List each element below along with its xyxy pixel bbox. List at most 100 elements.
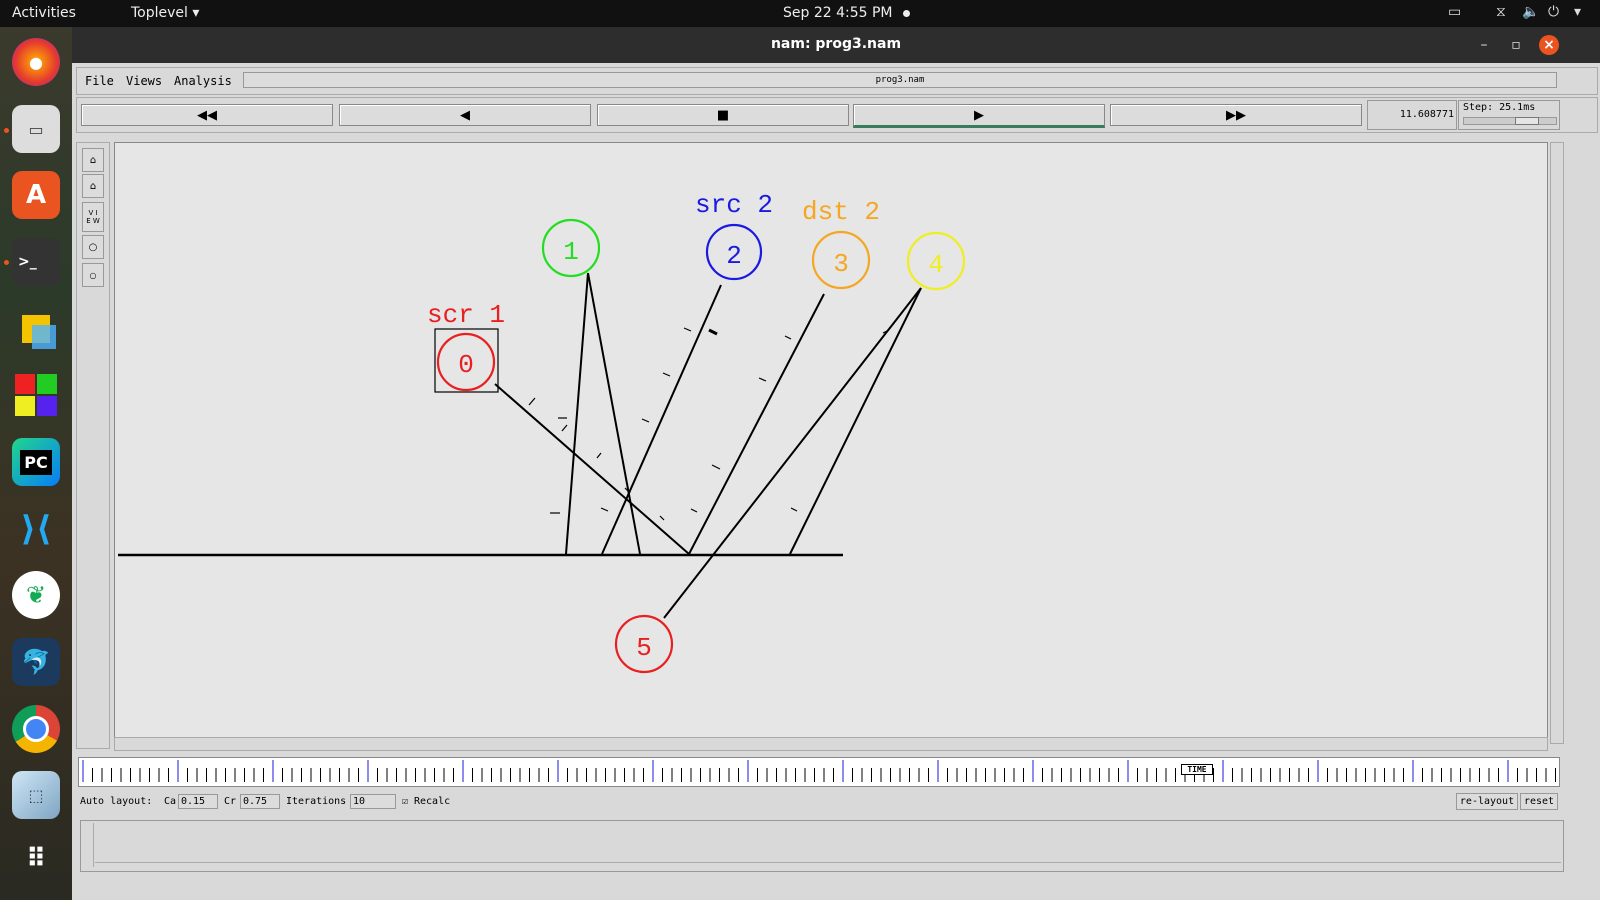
mysql-workbench-icon[interactable]: 🐬	[12, 638, 60, 686]
step-label: Step: 25.1ms	[1463, 102, 1536, 113]
annotation-panel[interactable]	[80, 820, 1564, 872]
zoom-in-icon[interactable]: ⌂	[82, 148, 104, 172]
panel-horizontal-scrollbar[interactable]	[95, 862, 1561, 871]
recalc-label: Recalc	[414, 796, 451, 807]
link-3-bus	[688, 293, 825, 555]
virtual-box-icon[interactable]: ⬚	[12, 771, 60, 819]
canvas-vertical-scrollbar[interactable]	[1550, 142, 1564, 744]
step-control: Step: 25.1ms	[1458, 100, 1560, 130]
reset-button[interactable]: reset	[1520, 793, 1558, 810]
view-button[interactable]: V IE W	[82, 202, 104, 232]
pycharm-icon[interactable]: PC	[12, 438, 60, 486]
small-circle-icon[interactable]: ○	[82, 263, 104, 287]
menubar: File Views Analysis prog3.nam	[76, 67, 1598, 95]
timeline-ticks	[82, 760, 1556, 782]
node-3-id: 3	[833, 249, 849, 279]
running-indicator	[4, 260, 9, 265]
fast-forward-button[interactable]: ▶▶	[1110, 104, 1362, 126]
ca-label: Ca	[164, 796, 177, 807]
recalc-checkbox[interactable]: ☑	[402, 796, 408, 807]
zoom-out-icon[interactable]: ⌂	[82, 174, 104, 198]
step-slider[interactable]	[1463, 117, 1557, 125]
notification-dot	[903, 10, 910, 17]
node-1-id: 1	[563, 237, 579, 267]
cr-input[interactable]: 0.75	[240, 794, 280, 809]
vscode-icon[interactable]: ⟩⟨	[12, 505, 60, 553]
packet	[561, 424, 568, 432]
node-4-id: 4	[928, 250, 944, 280]
node-circle-icon[interactable]: ○	[82, 235, 104, 259]
timeline-slider[interactable]: TIME	[78, 757, 1560, 787]
auto-layout-bar: Auto layout: Ca 0.15 Cr 0.75 Iterations …	[78, 793, 1562, 813]
minimize-button[interactable]: –	[1474, 35, 1494, 55]
canvas-horizontal-scrollbar[interactable]	[114, 737, 1548, 751]
topology-svg: 0 scr 1 1 2 src 2 3 dst 2 4 5	[118, 190, 966, 674]
node-2-id: 2	[726, 241, 742, 271]
packet	[758, 377, 767, 382]
packet	[784, 335, 792, 340]
node-2-label: src 2	[695, 190, 773, 220]
terminal-icon[interactable]: >_	[12, 238, 60, 286]
packet	[790, 507, 798, 512]
fast-rewind-button[interactable]: ◀◀	[81, 104, 333, 126]
menu-file[interactable]: File	[85, 74, 114, 88]
app-menu-toplevel[interactable]: Toplevel ▾	[131, 5, 199, 21]
packet	[659, 515, 665, 521]
sticky-notes-icon[interactable]	[12, 305, 60, 353]
time-marker[interactable]: TIME	[1181, 764, 1213, 775]
packet	[711, 464, 721, 470]
time-readout: 11.608771	[1367, 100, 1457, 130]
mongodb-compass-icon[interactable]: ❦	[12, 571, 60, 619]
system-top-bar: Activities Toplevel ▾ Sep 22 4:55 PM ▭ ⧖…	[0, 0, 1600, 27]
menu-analysis[interactable]: Analysis	[174, 74, 232, 88]
packets	[528, 327, 890, 521]
fast-rewind-icon: ◀◀	[197, 107, 217, 123]
link-4-5	[663, 287, 922, 619]
node-3-label: dst 2	[802, 197, 880, 227]
auto-layout-label: Auto layout:	[80, 796, 153, 807]
files-icon[interactable]: ▭	[12, 105, 60, 153]
node-5-id: 5	[636, 633, 652, 663]
windows-app-icon[interactable]	[12, 371, 60, 419]
play-button[interactable]: ▶	[853, 104, 1105, 128]
panel-vertical-scrollbar[interactable]	[83, 823, 94, 867]
network-canvas[interactable]: 0 scr 1 1 2 src 2 3 dst 2 4 5	[114, 142, 1548, 744]
packet	[528, 397, 536, 406]
system-menu-chevron-icon[interactable]: ▾	[1574, 4, 1581, 20]
links	[494, 272, 922, 619]
maximize-button[interactable]: ▫	[1506, 35, 1526, 55]
close-button[interactable]: ×	[1539, 35, 1559, 55]
iterations-input[interactable]: 10	[350, 794, 396, 809]
firefox-icon[interactable]: ●	[12, 38, 60, 86]
network-icon[interactable]: ⧖	[1496, 4, 1506, 20]
window-titlebar[interactable]: nam: prog3.nam – ▫ ×	[72, 27, 1600, 63]
app-center-icon[interactable]: A	[12, 171, 60, 219]
ca-input[interactable]: 0.15	[178, 794, 218, 809]
activities-button[interactable]: Activities	[12, 5, 76, 21]
volume-icon[interactable]: 🔈	[1522, 4, 1539, 20]
link-2-bus	[601, 284, 722, 555]
link-0-bus	[494, 383, 690, 555]
packet	[596, 452, 602, 459]
power-icon[interactable]: ⏻	[1548, 4, 1559, 20]
rewind-button[interactable]: ◀	[339, 104, 591, 126]
menu-views[interactable]: Views	[126, 74, 162, 88]
packet	[690, 508, 698, 513]
link-1-bus-b	[587, 272, 641, 555]
app-grid-icon[interactable]: ⠿	[12, 835, 60, 883]
screen-icon[interactable]: ▭	[1448, 4, 1461, 20]
packet	[641, 418, 650, 423]
rewind-icon: ◀	[460, 107, 470, 123]
chrome-icon[interactable]	[12, 705, 60, 753]
playback-toolbar: ◀◀ ◀ ■ ▶ ▶▶ 11.608771 Step: 25.1ms	[76, 97, 1598, 133]
iterations-label: Iterations	[286, 796, 347, 807]
link-1-bus-a	[565, 272, 589, 555]
packet	[662, 372, 671, 377]
step-slider-thumb[interactable]	[1515, 117, 1539, 125]
stop-button[interactable]: ■	[597, 104, 849, 126]
packet	[683, 327, 692, 332]
clock[interactable]: Sep 22 4:55 PM	[783, 5, 893, 21]
relayout-button[interactable]: re-layout	[1456, 793, 1518, 810]
node-0-id: 0	[458, 350, 474, 380]
nam-window: nam: prog3.nam – ▫ × File Views Analysis…	[72, 27, 1600, 900]
